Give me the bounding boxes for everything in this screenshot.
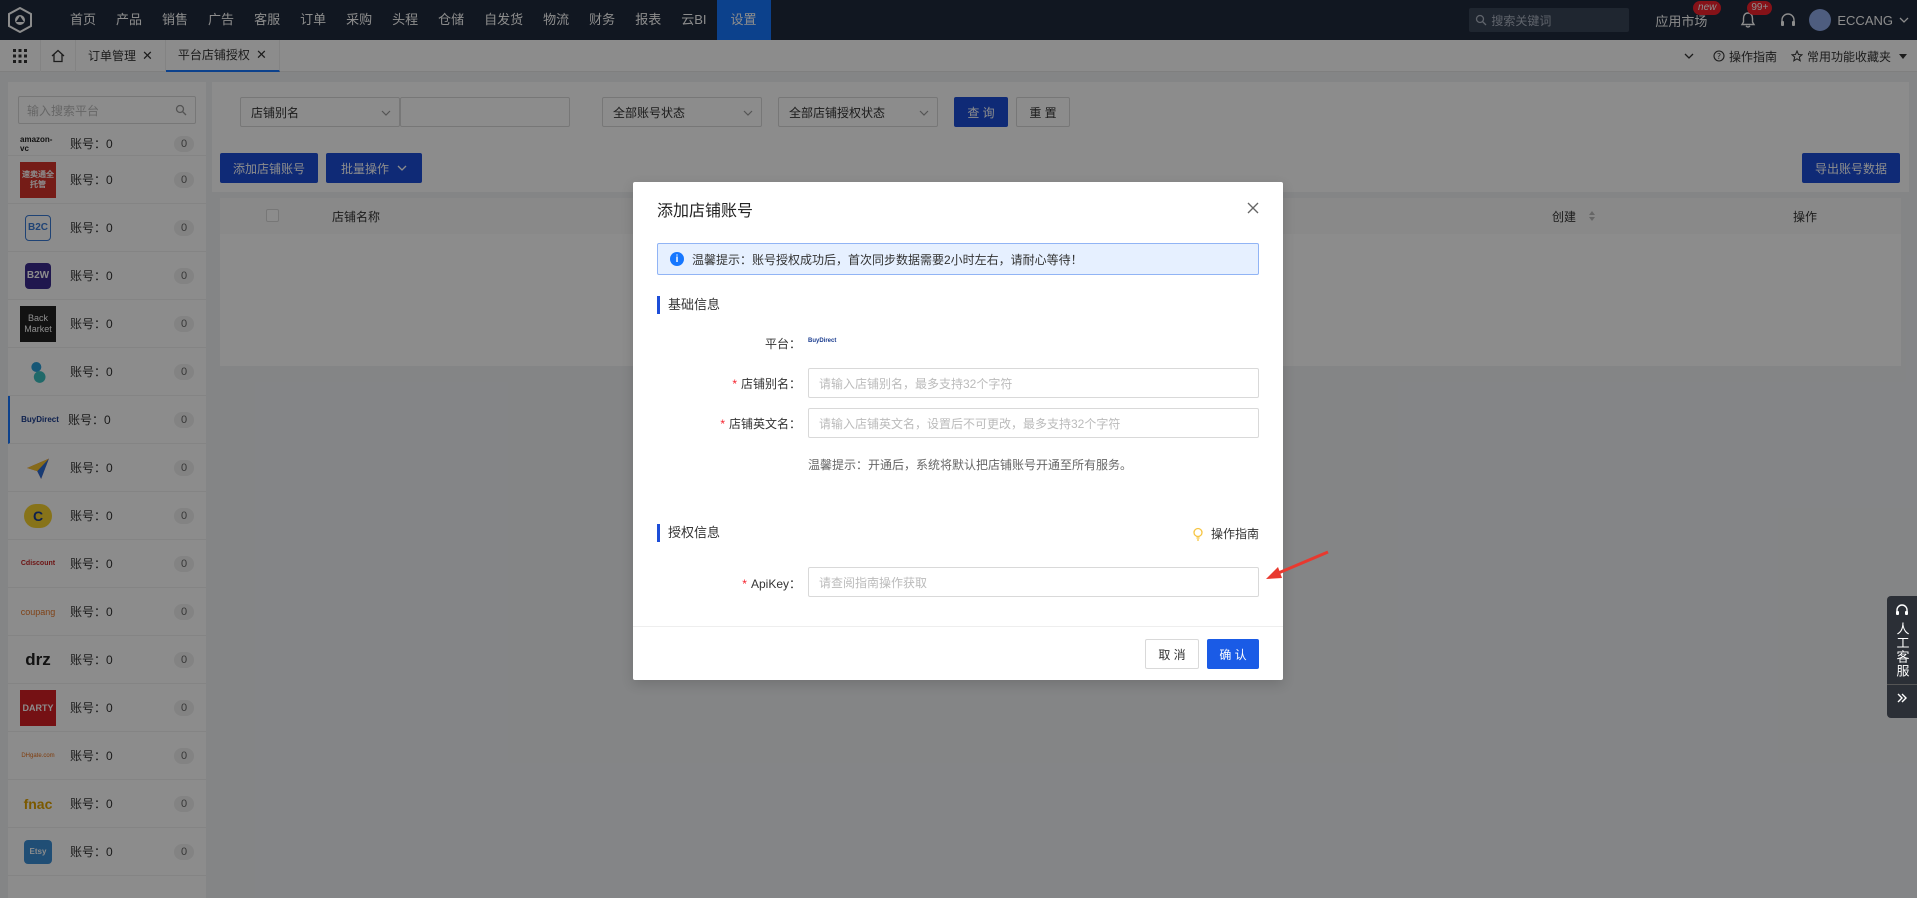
apikey-input[interactable]: 请查阅指南操作获取 [808, 567, 1259, 597]
headset-icon [1896, 604, 1908, 615]
dialog-header: 添加店铺账号 [633, 182, 1283, 236]
service-tip: 温馨提示：开通后，系统将默认把店铺账号开通至所有服务。 [808, 458, 1133, 472]
guide-label: 操作指南 [1210, 527, 1259, 541]
customer-service-widget[interactable]: 人工客服 [1887, 596, 1917, 718]
close-icon[interactable] [1245, 200, 1261, 216]
customer-service-label: 人工客服 [1894, 622, 1910, 678]
apikey-label: * ApiKey： [742, 577, 801, 591]
alert-text: 温馨提示：账号授权成功后，首次同步数据需要2小时左右，请耐心等待！ [692, 252, 1083, 267]
auth-info-section-title: 授权信息 [657, 524, 720, 542]
platform-label: 平台： [764, 337, 801, 351]
shop-english-name-input[interactable]: 请输入店铺英文名，设置后不可更改，最多支持32个字符 [808, 408, 1259, 438]
apikey-label-text: ApiKey： [750, 577, 801, 591]
shop-english-name-placeholder: 请输入店铺英文名，设置后不可更改，最多支持32个字符 [819, 416, 1121, 431]
platform-value: BuyDirect [808, 338, 837, 344]
confirm-button[interactable]: 确 认 [1207, 639, 1259, 669]
apikey-placeholder: 请查阅指南操作获取 [819, 575, 928, 590]
double-chevron-right-icon[interactable] [1895, 691, 1909, 705]
alias-label-text: 店铺别名： [740, 377, 801, 391]
alias-label: * 店铺别名： [732, 377, 801, 391]
info-alert: i 温馨提示：账号授权成功后，首次同步数据需要2小时左右，请耐心等待！ [657, 243, 1259, 275]
operation-guide-link[interactable]: 操作指南 [1191, 525, 1259, 542]
add-shop-account-dialog: 添加店铺账号 i 温馨提示：账号授权成功后，首次同步数据需要2小时左右，请耐心等… [633, 182, 1283, 680]
info-icon: i [670, 252, 684, 266]
en-name-label-text: 店铺英文名： [728, 417, 801, 431]
lightbulb-icon [1193, 527, 1203, 541]
basic-info-section-title: 基础信息 [657, 296, 720, 314]
cancel-button[interactable]: 取 消 [1145, 639, 1199, 669]
shop-alias-input[interactable]: 请输入店铺别名，最多支持32个字符 [808, 368, 1259, 398]
dialog-title: 添加店铺账号 [657, 203, 754, 220]
dialog-footer: 取 消 确 认 [633, 626, 1283, 680]
shop-alias-placeholder: 请输入店铺别名，最多支持32个字符 [819, 376, 1013, 391]
annotation-arrow-icon [1266, 550, 1329, 579]
en-name-label: * 店铺英文名： [720, 417, 801, 431]
divider [1887, 684, 1917, 685]
